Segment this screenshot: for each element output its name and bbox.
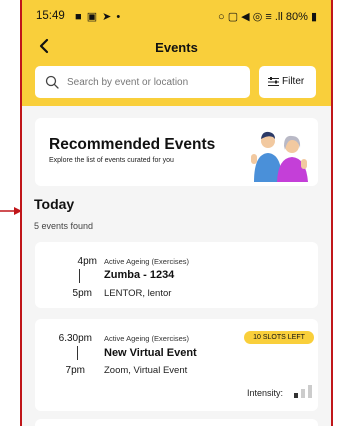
screenshot-stage: 15:49 ■ ▣ ➤ • ○ ▢ ◀ ◎ ≡ .ll 80% ▮ Events [0, 0, 339, 426]
annotation-frame [20, 0, 333, 426]
annotation-arrow [0, 207, 22, 215]
